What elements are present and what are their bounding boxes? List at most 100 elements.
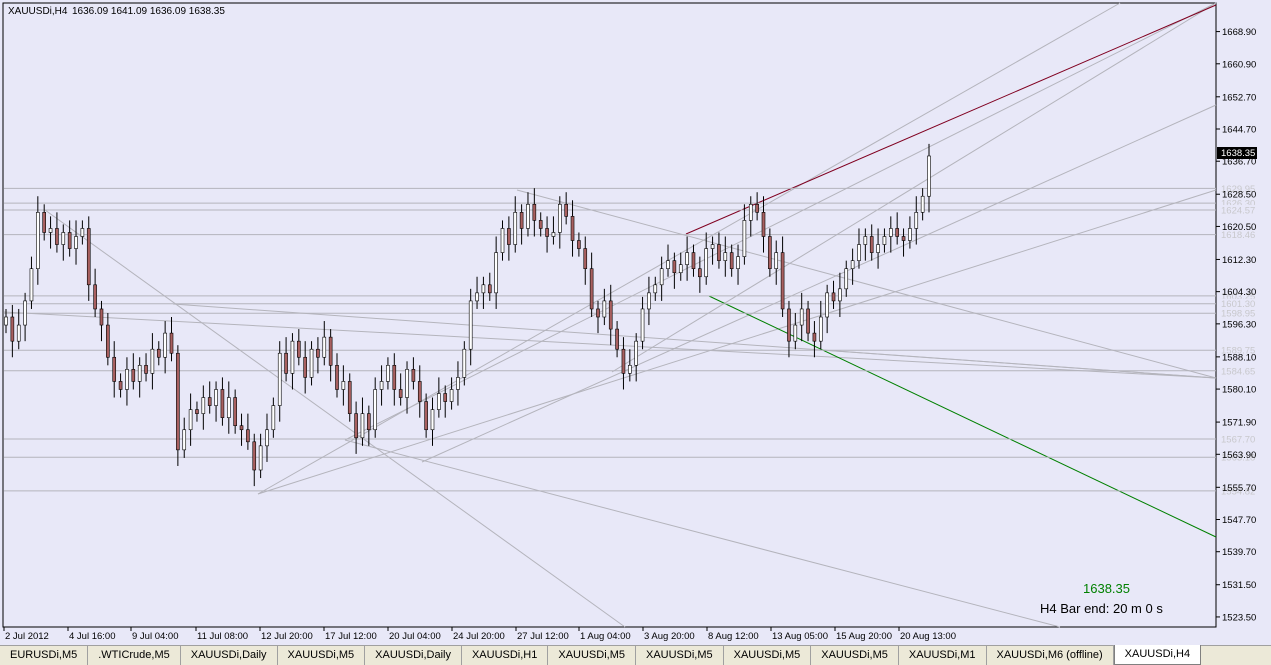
x-tick-label: 2 Jul 2012 [5, 631, 49, 642]
candle-bear [570, 216, 575, 241]
candle-bull [48, 228, 53, 233]
candle-bull [61, 232, 66, 245]
chart-tab[interactable]: EURUSDi,M5 [0, 646, 89, 665]
candle-bull [799, 308, 804, 326]
candle-bear [621, 348, 626, 374]
candle-bear [615, 328, 619, 350]
chart-tab[interactable]: .WTICrude,M5 [88, 646, 181, 665]
candle-bull [405, 369, 409, 398]
candle-bull [322, 336, 327, 358]
candle-bull [704, 248, 709, 278]
x-tick-label: 15 Aug 20:00 [836, 631, 892, 642]
x-tick-label: 4 Jul 16:00 [69, 631, 115, 642]
candle-bear [545, 228, 549, 237]
candle-bear [564, 203, 568, 217]
candle-bear [812, 332, 817, 342]
y-tick-label: 1652.70 [1222, 92, 1256, 103]
level-label: 1624.57 [1221, 206, 1255, 217]
y-tick-label: 1523.50 [1222, 612, 1256, 623]
candle-bear [487, 284, 492, 294]
chart-canvas[interactable]: 1629.951626.301624.571618.461603.251601.… [0, 0, 1271, 645]
x-tick-label: 11 Jul 08:00 [197, 631, 248, 642]
candle-bear [55, 228, 59, 245]
chart-tab[interactable]: XAUUSDi,Daily [365, 646, 462, 665]
candle-bull [500, 228, 505, 253]
candle-bull [379, 381, 384, 390]
y-tick-label: 1531.50 [1222, 580, 1256, 591]
candle-bull [876, 244, 880, 253]
candle-bear [252, 441, 257, 471]
candle-bear [538, 220, 543, 229]
chart-tab[interactable]: XAUUSDi,H4 [1113, 645, 1202, 665]
chart-window[interactable]: 1629.95 1626.30 1624.57 1618.46 1603.25 1601.… [0, 0, 1271, 645]
candle-bear [424, 401, 428, 431]
chart-tab[interactable]: XAUUSDi,M5 [811, 646, 899, 665]
candle-bear [303, 356, 307, 378]
candle-bear [99, 308, 104, 326]
chart-tab[interactable]: XAUUSDi,M1 [899, 646, 987, 665]
chart-tab[interactable]: XAUUSDi,M5 [548, 646, 636, 665]
candle-bear [367, 413, 371, 431]
level-label: 1598.95 [1221, 309, 1255, 320]
candle-bull [742, 220, 747, 257]
candle-bull [437, 393, 441, 410]
chart-tab[interactable]: XAUUSDi,Daily [181, 646, 278, 665]
candle-bear [67, 232, 72, 249]
candle-bear [698, 268, 702, 278]
candle-bear [780, 252, 785, 310]
chart-tab[interactable]: XAUUSDi,M5 [636, 646, 724, 665]
candle-bear [335, 365, 339, 390]
candle-bear [691, 252, 696, 270]
candle-bull [265, 429, 269, 447]
candle-bear [577, 240, 581, 249]
chart-tab[interactable]: XAUUSDi,H1 [462, 646, 549, 665]
chart-tab[interactable]: XAUUSDi,M5 [278, 646, 366, 665]
candle-bull [634, 340, 638, 366]
candle-bear [443, 393, 448, 402]
candle-bear [86, 228, 91, 286]
candle-bull [36, 212, 40, 270]
candle-bull [74, 236, 78, 249]
candle-bull [462, 348, 467, 378]
candle-bull [647, 292, 651, 310]
y-tick-label: 1563.90 [1222, 450, 1256, 461]
chart-tab[interactable]: XAUUSDi,M6 (offline) [987, 646, 1114, 665]
candle-bull [774, 252, 779, 270]
candle-bear [717, 244, 721, 261]
candle-bull [456, 377, 460, 390]
candle-bull [857, 244, 861, 261]
candle-bull [748, 203, 753, 221]
candle-bull [137, 365, 142, 382]
candle-bull [818, 316, 823, 342]
candle-bull [125, 369, 129, 390]
y-tick-label: 1588.10 [1222, 352, 1256, 363]
candle-bear [112, 356, 117, 382]
candle-bull [150, 348, 155, 374]
x-tick-label: 20 Jul 04:00 [389, 631, 441, 642]
y-tick-label: 1539.70 [1222, 547, 1256, 558]
candle-bull [373, 389, 378, 431]
candle-bear [207, 397, 212, 406]
candle-bull [793, 324, 798, 342]
candle-bear [729, 252, 734, 270]
candle-bear [354, 413, 358, 439]
candle-bear [787, 308, 791, 342]
candle-bull [602, 300, 607, 318]
candle-bear [106, 324, 110, 358]
candle-bull [290, 340, 295, 374]
candle-bull [653, 284, 658, 294]
candle-bull [386, 365, 390, 382]
candle-bear [118, 381, 123, 390]
candle-bear [131, 369, 136, 382]
candle-bear [417, 381, 422, 402]
candle-bear [583, 248, 588, 270]
x-tick-label: 12 Jul 20:00 [261, 631, 313, 642]
candle-bull [182, 429, 187, 451]
candle-bear [895, 228, 899, 237]
y-tick-label: 1547.70 [1222, 515, 1256, 526]
candle-bear [392, 365, 397, 390]
chart-tab[interactable]: XAUUSDi,M5 [724, 646, 812, 665]
candle-bull [23, 300, 27, 326]
candle-bull [226, 397, 231, 418]
candle-bull [258, 445, 263, 471]
